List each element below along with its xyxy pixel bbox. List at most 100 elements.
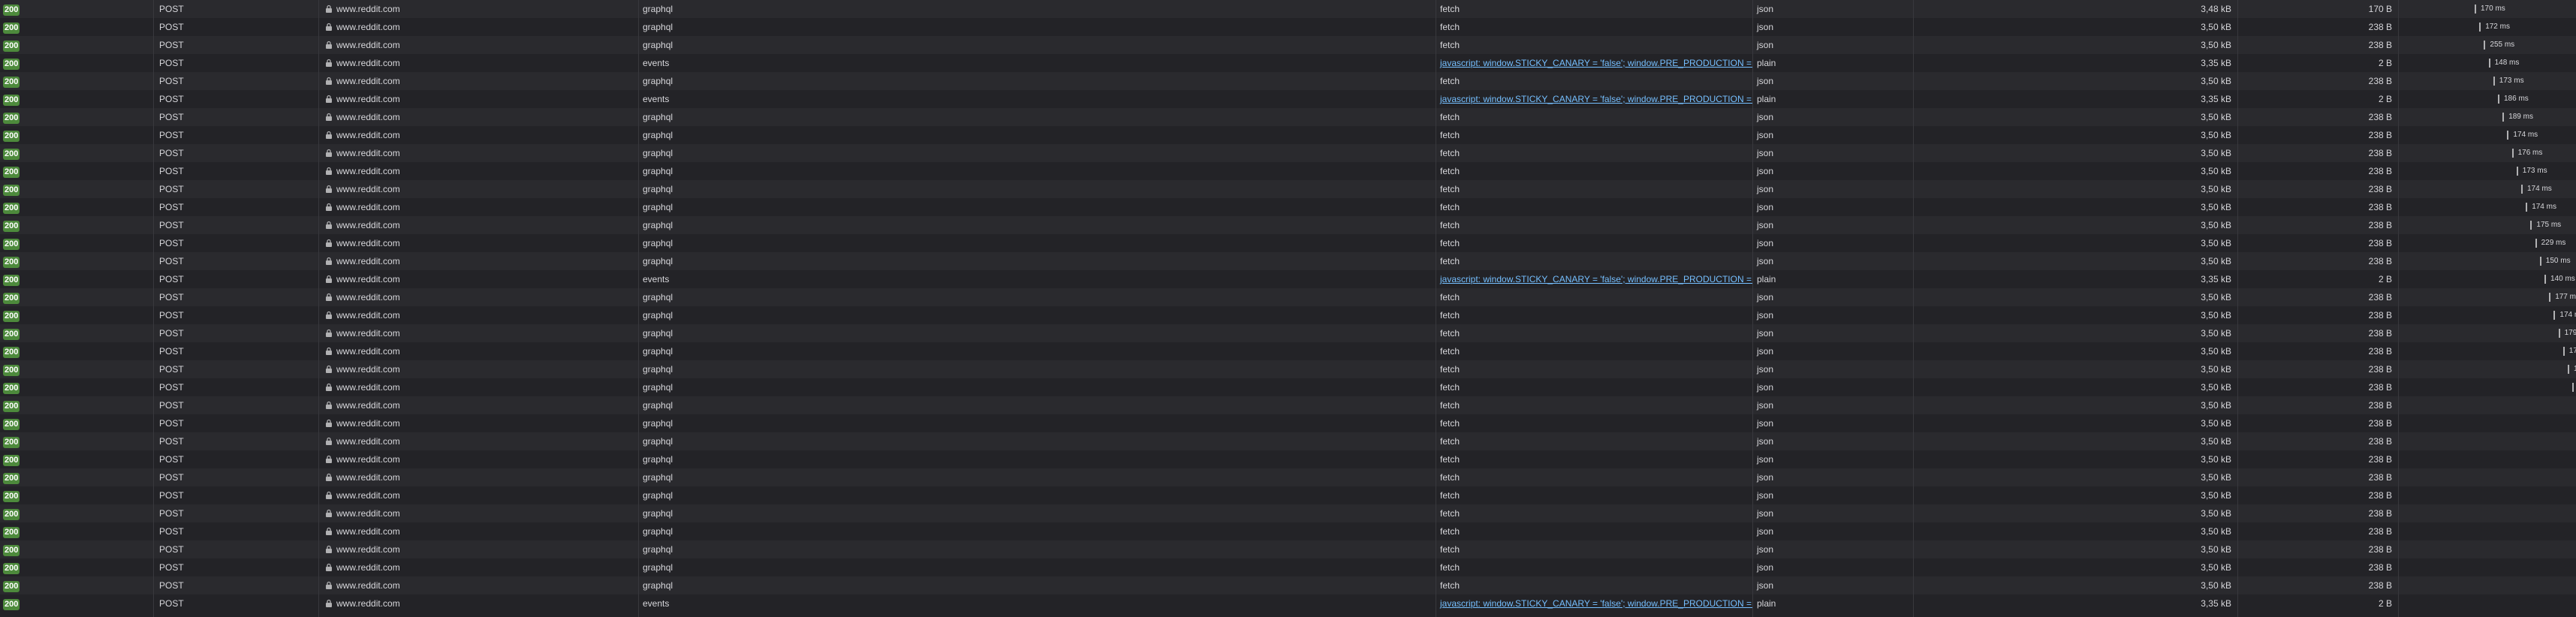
initiator-link[interactable]: javascript: window.STICKY_CANARY = 'fals… xyxy=(1440,274,1752,284)
column-divider[interactable] xyxy=(318,0,319,617)
file-cell: graphql xyxy=(643,184,673,194)
type-cell: json xyxy=(1757,382,1774,393)
table-row[interactable]: 200 POST www.reddit.com graphql fetch json 3,5… xyxy=(0,144,2576,162)
column-divider[interactable] xyxy=(1752,0,1753,617)
status-cell: 200 xyxy=(0,180,150,198)
table-row[interactable]: 200 POST www.reddit.com graphql fetch json 3,5… xyxy=(0,504,2576,522)
waterfall-bar xyxy=(2493,77,2495,86)
initiator-text: fetch xyxy=(1440,346,1460,357)
transferred-cell: 3,35 kB xyxy=(2201,274,2231,284)
table-row[interactable]: 200 POST www.reddit.com graphql fetch json 3,5… xyxy=(0,378,2576,396)
type-cell: json xyxy=(1757,508,1774,519)
table-row[interactable]: 200 POST www.reddit.com graphql fetch json 3,5… xyxy=(0,234,2576,252)
table-row[interactable]: 200 POST www.reddit.com graphql fetch json 3,5… xyxy=(0,252,2576,270)
initiator-text: fetch xyxy=(1440,526,1460,537)
method-cell: POST xyxy=(159,94,184,104)
status-badge: 200 xyxy=(3,149,20,160)
table-row[interactable]: 200 POST www.reddit.com graphql fetch json 3,5… xyxy=(0,36,2576,54)
lock-icon xyxy=(326,59,332,67)
type-cell: json xyxy=(1757,580,1774,591)
initiator-cell: javascript: window.STICKY_CANARY = 'fals… xyxy=(1437,90,1752,108)
table-row[interactable]: 200 POST www.reddit.com graphql fetch json 3,5… xyxy=(0,72,2576,90)
type-cell: json xyxy=(1757,526,1774,537)
column-divider[interactable] xyxy=(638,0,639,617)
domain-text: www.reddit.com xyxy=(336,508,400,519)
table-row[interactable]: 200 POST www.reddit.com graphql fetch json 3,5… xyxy=(0,108,2576,126)
initiator-link[interactable]: javascript: window.STICKY_CANARY = 'fals… xyxy=(1440,58,1752,68)
table-row[interactable]: 200 POST www.reddit.com graphql fetch json 3,5… xyxy=(0,324,2576,342)
size-cell: 2 B xyxy=(2378,94,2392,104)
table-row[interactable]: 200 POST www.reddit.com graphql fetch json 3,5… xyxy=(0,216,2576,234)
column-divider[interactable] xyxy=(2398,0,2399,617)
status-cell: 200 xyxy=(0,522,150,540)
size-cell: 238 B xyxy=(2368,40,2392,50)
table-row[interactable]: 200 POST www.reddit.com graphql fetch json 3,4… xyxy=(0,0,2576,18)
initiator-link[interactable]: javascript: window.STICKY_CANARY = 'fals… xyxy=(1440,94,1752,104)
table-row[interactable]: 200 POST www.reddit.com graphql fetch json 3,5… xyxy=(0,432,2576,450)
method-cell: POST xyxy=(159,346,184,357)
table-row[interactable]: 200 POST www.reddit.com events javascript: w… xyxy=(0,54,2576,72)
waterfall-timing-label: 176 ms xyxy=(2517,149,2543,157)
method-cell: POST xyxy=(159,508,184,519)
initiator-cell: javascript: window.STICKY_CANARY = 'fals… xyxy=(1437,270,1752,288)
transferred-cell: 3,50 kB xyxy=(2201,220,2231,230)
table-row[interactable]: 200 POST www.reddit.com events javascript: w… xyxy=(0,594,2576,612)
status-cell: 200 xyxy=(0,36,150,54)
table-row[interactable]: 200 POST www.reddit.com graphql fetch json 3,5… xyxy=(0,576,2576,594)
table-row[interactable]: 200 POST www.reddit.com graphql fetch json 3,5… xyxy=(0,540,2576,558)
table-row[interactable]: 200 POST www.reddit.com graphql fetch json 3,5… xyxy=(0,522,2576,540)
type-cell: json xyxy=(1757,76,1774,86)
domain-cell: www.reddit.com xyxy=(321,108,637,126)
status-badge: 200 xyxy=(3,437,20,448)
table-row[interactable]: 200 POST www.reddit.com graphql fetch json 3,5… xyxy=(0,396,2576,414)
table-row[interactable]: 200 POST www.reddit.com graphql fetch json 3,5… xyxy=(0,486,2576,504)
table-row[interactable]: 200 POST www.reddit.com graphql fetch json 3,5… xyxy=(0,360,2576,378)
file-cell: events xyxy=(643,94,670,104)
column-divider[interactable] xyxy=(153,0,154,617)
method-cell: POST xyxy=(159,256,184,266)
initiator-cell: fetch xyxy=(1437,108,1752,126)
lock-icon xyxy=(326,221,332,229)
size-cell: 170 B xyxy=(2368,4,2392,14)
table-row[interactable]: 200 POST www.reddit.com graphql fetch json 3,5… xyxy=(0,342,2576,360)
status-badge: 200 xyxy=(3,563,20,574)
domain-cell: www.reddit.com xyxy=(321,234,637,252)
table-row[interactable]: 200 POST www.reddit.com graphql fetch json 3,5… xyxy=(0,198,2576,216)
type-cell: json xyxy=(1757,544,1774,555)
transferred-cell: 3,50 kB xyxy=(2201,238,2231,248)
domain-text: www.reddit.com xyxy=(336,238,400,248)
table-row[interactable]: 200 POST www.reddit.com graphql fetch json 3,5… xyxy=(0,180,2576,198)
transferred-cell: 3,35 kB xyxy=(2201,598,2231,609)
waterfall-timing-label: 186 ms xyxy=(2504,95,2529,103)
domain-cell: www.reddit.com xyxy=(321,432,637,450)
table-row[interactable]: 200 POST www.reddit.com graphql fetch json 3,5… xyxy=(0,288,2576,306)
table-row[interactable]: 200 POST www.reddit.com graphql fetch json 3,5… xyxy=(0,126,2576,144)
initiator-link[interactable]: javascript: window.STICKY_CANARY = 'fals… xyxy=(1440,598,1752,609)
table-row[interactable]: 200 POST www.reddit.com graphql fetch json 3,5… xyxy=(0,468,2576,486)
domain-cell: www.reddit.com xyxy=(321,216,637,234)
table-row[interactable]: 200 POST www.reddit.com graphql fetch json 3,5… xyxy=(0,414,2576,432)
table-row[interactable]: 200 POST www.reddit.com events javascript: w… xyxy=(0,90,2576,108)
column-divider[interactable] xyxy=(2237,0,2238,617)
method-cell: POST xyxy=(159,472,184,483)
table-row[interactable]: 200 POST www.reddit.com graphql fetch json 3,5… xyxy=(0,558,2576,576)
size-cell: 238 B xyxy=(2368,472,2392,483)
file-cell: graphql xyxy=(643,238,673,248)
initiator-text: fetch xyxy=(1440,40,1460,50)
transferred-cell: 3,35 kB xyxy=(2201,58,2231,68)
table-row[interactable]: 200 POST www.reddit.com graphql fetch json 3,5… xyxy=(0,306,2576,324)
table-row[interactable]: 200 POST www.reddit.com graphql fetch json 3,5… xyxy=(0,162,2576,180)
table-row[interactable]: 200 POST www.reddit.com graphql fetch json 3,5… xyxy=(0,18,2576,36)
initiator-cell: fetch xyxy=(1437,342,1752,360)
lock-icon xyxy=(326,491,332,499)
initiator-cell: fetch xyxy=(1437,360,1752,378)
table-row[interactable]: 200 POST www.reddit.com graphql fetch json 3,5… xyxy=(0,450,2576,468)
transferred-cell: 3,50 kB xyxy=(2201,526,2231,537)
initiator-cell: fetch xyxy=(1437,504,1752,522)
status-badge: 200 xyxy=(3,113,20,124)
column-divider[interactable] xyxy=(1913,0,1914,617)
status-badge: 200 xyxy=(3,419,20,430)
table-row[interactable]: 200 POST www.reddit.com events javascript: w… xyxy=(0,270,2576,288)
lock-icon xyxy=(326,293,332,301)
size-cell: 238 B xyxy=(2368,328,2392,339)
